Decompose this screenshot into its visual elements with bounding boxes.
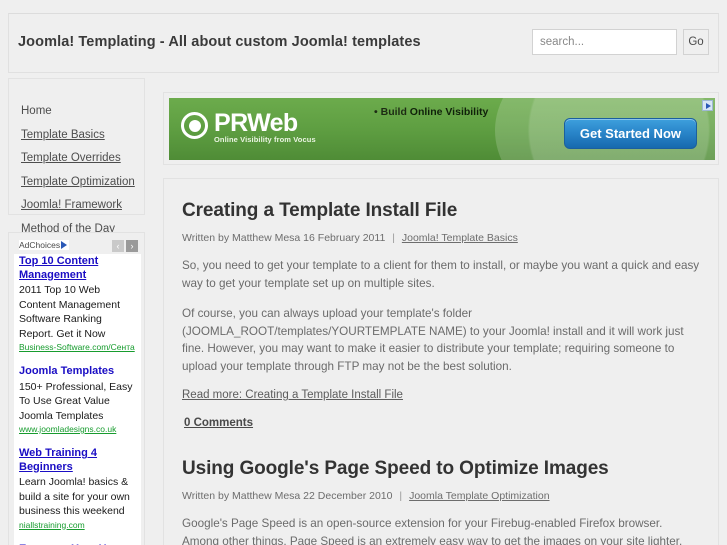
ad-description: Learn Joomla! basics & build a site for …	[19, 476, 130, 517]
search-input[interactable]	[532, 29, 677, 55]
ad-url-link[interactable]: www.joomladesigns.co.uk	[19, 424, 136, 435]
banner-bullet: •	[374, 106, 378, 118]
prweb-logo: PRWeb Online Visibility from Vocus	[181, 110, 316, 144]
sidebar-item-template-basics[interactable]: Template Basics	[21, 129, 105, 141]
banner-headline: • Build Online Visibility	[374, 106, 488, 118]
article-paragraph: Of course, you can always upload your te…	[182, 307, 684, 373]
list-item: Template Optimization	[21, 172, 144, 190]
list-item: Template Overrides	[21, 148, 144, 166]
ad-title-link[interactable]: Web Training 4 Beginners	[19, 447, 136, 474]
prweb-brand-text: PRWeb	[214, 109, 298, 137]
byline-category-link[interactable]: Joomla Template Optimization	[409, 490, 549, 502]
site-header: Joomla! Templating - All about custom Jo…	[8, 13, 719, 73]
get-started-button[interactable]: Get Started Now	[563, 118, 697, 149]
ad-url-link[interactable]: niallstraining.com	[19, 520, 136, 531]
ad-item: Empower Your Users with	[14, 542, 141, 545]
read-more-link[interactable]: Read more: Creating a Template Install F…	[182, 389, 403, 401]
ad-item: Top 10 Content Management 2011 Top 10 We…	[14, 254, 141, 353]
article-paragraph: So, you need to get your template to a c…	[182, 259, 700, 290]
search-form: Go	[532, 29, 709, 55]
banner-adchoices-icon[interactable]	[702, 100, 713, 111]
prweb-target-icon	[181, 112, 208, 139]
byline-author: Written by Matthew Mesa 16 February 2011	[182, 232, 386, 244]
article-title: Creating a Template Install File	[182, 200, 458, 221]
list-item: Joomla! Framework	[21, 195, 144, 213]
article-paragraph: Google's Page Speed is an open-source ex…	[182, 517, 683, 545]
byline-separator: |	[399, 490, 403, 502]
article-creating-template-install-file: Creating a Template Install File Written…	[182, 179, 700, 431]
banner-headline-bold: Online Visibility	[409, 106, 489, 118]
ad-url-link[interactable]: Business-Software.com/Cента	[19, 342, 136, 353]
ad-item: Web Training 4 Beginners Learn Joomla! b…	[14, 446, 141, 531]
chevron-left-icon[interactable]: ‹	[112, 240, 124, 252]
byline-separator: |	[392, 232, 395, 244]
adchoices-triangle-icon	[61, 241, 68, 249]
main-content: Creating a Template Install File Written…	[163, 178, 719, 545]
article-byline: Written by Matthew Mesa 22 December 2010…	[182, 490, 700, 502]
comments-link[interactable]: 0 Comments	[182, 417, 253, 429]
adchoices-text: AdChoices	[19, 240, 61, 250]
adchoices-bar: AdChoices ‹ ›	[14, 238, 141, 254]
search-go-button[interactable]: Go	[683, 29, 709, 55]
adchoices-label[interactable]: AdChoices	[19, 240, 70, 250]
article-page-speed-optimize-images: Using Google's Page Speed to Optimize Im…	[182, 431, 700, 545]
article-byline: Written by Matthew Mesa 16 February 2011…	[182, 232, 700, 244]
page-title: Joomla! Templating - All about custom Jo…	[18, 34, 421, 50]
ad-title-link[interactable]: Top 10 Content Management	[19, 255, 136, 282]
banner-ad-panel: PRWeb Online Visibility from Vocus • Bui…	[163, 92, 719, 165]
list-item: Template Basics	[21, 125, 144, 143]
sidebar-navigation: Home Template Basics Template Overrides …	[8, 78, 145, 235]
banner-headline-lead: Build	[380, 106, 407, 118]
list-item: Home	[21, 101, 144, 119]
nav-list: Home Template Basics Template Overrides …	[9, 79, 144, 237]
ad-title-link[interactable]: Joomla Templates	[19, 365, 136, 379]
sidebar-item-template-overrides[interactable]: Template Overrides	[21, 152, 121, 164]
sidebar-ads-panel: AdChoices ‹ › Top 10 Content Management …	[8, 232, 145, 545]
byline-author: Written by Matthew Mesa 22 December 2010	[182, 490, 393, 502]
ad-description: 2011 Top 10 Web Content Management Softw…	[19, 284, 120, 340]
sidebar-item-template-optimization[interactable]: Template Optimization	[21, 176, 135, 188]
ads-container: AdChoices ‹ › Top 10 Content Management …	[14, 238, 141, 545]
prweb-wordmark: PRWeb Online Visibility from Vocus	[214, 110, 316, 144]
article-title: Using Google's Page Speed to Optimize Im…	[182, 458, 609, 479]
page-root: Joomla! Templating - All about custom Jo…	[0, 0, 727, 545]
ads-pager: ‹ ›	[112, 240, 138, 252]
prweb-tagline: Online Visibility from Vocus	[214, 135, 316, 144]
sidebar-item-joomla-framework[interactable]: Joomla! Framework	[21, 199, 122, 211]
prweb-banner[interactable]: PRWeb Online Visibility from Vocus • Bui…	[169, 98, 715, 160]
byline-category-link[interactable]: Joomla! Template Basics	[402, 232, 518, 244]
ad-item: Joomla Templates 150+ Professional, Easy…	[14, 364, 141, 435]
sidebar-item-home[interactable]: Home	[21, 105, 52, 117]
chevron-right-icon[interactable]: ›	[126, 240, 138, 252]
ad-description: 150+ Professional, Easy To Use Great Val…	[19, 380, 133, 422]
